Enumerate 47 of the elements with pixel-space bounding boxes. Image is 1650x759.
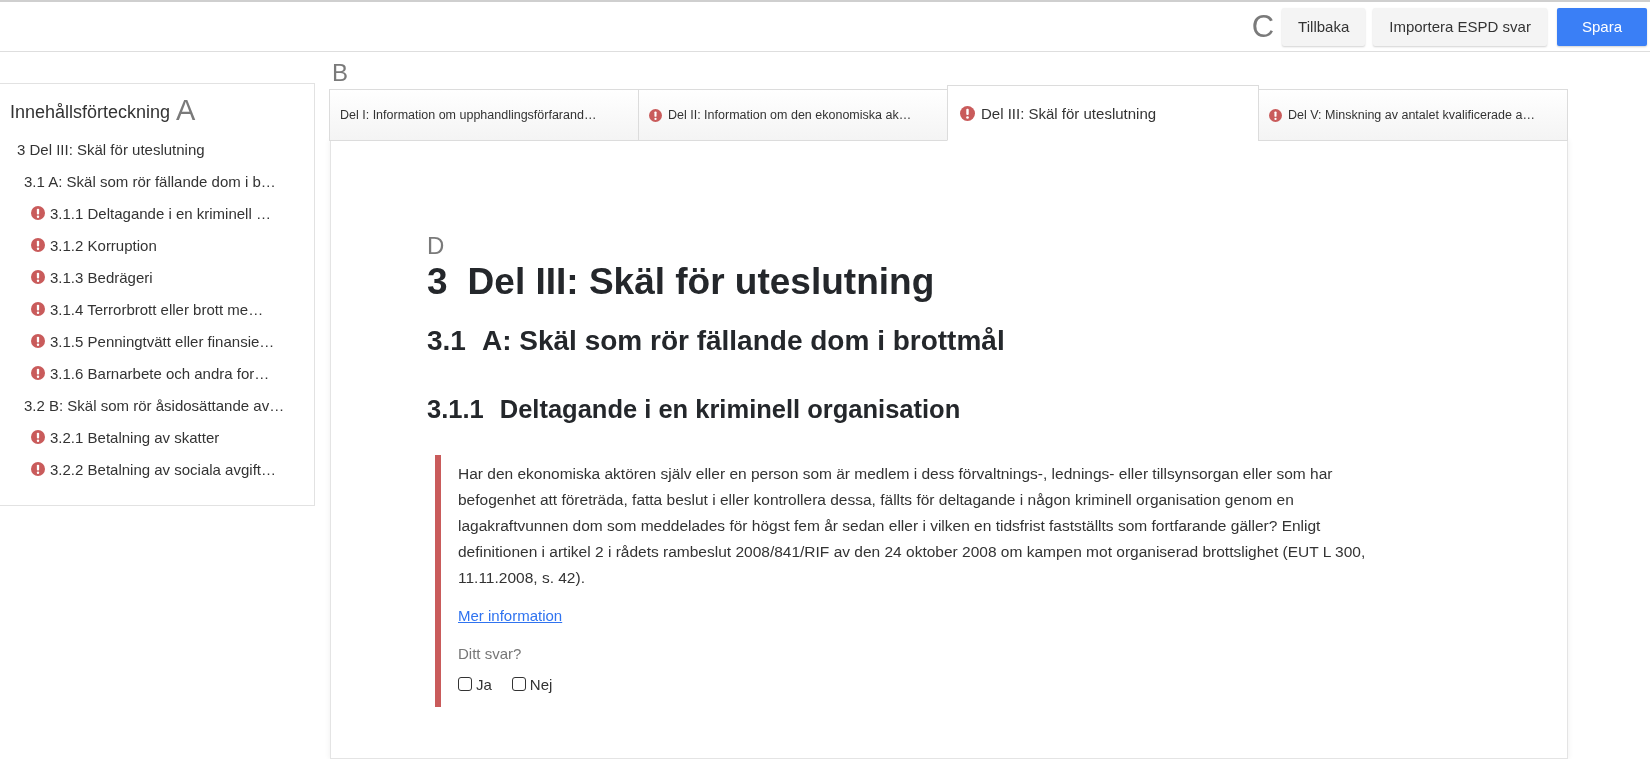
toolbar-button[interactable]: Importera ESPD svar: [1373, 7, 1547, 46]
toc-link[interactable]: 3 Del III: Skäl för uteslutning: [0, 133, 314, 165]
tab[interactable]: Del V: Minskning av antalet kvalificerade a…: [1258, 89, 1568, 141]
heading-number: 3.1: [427, 324, 466, 358]
checkbox-label: Nej: [529, 675, 553, 693]
tab[interactable]: Del I: Information om upphandlingsförfarand…: [329, 89, 639, 141]
toc-link[interactable]: 3.2 B: Skäl som rör åsidosättande av…: [0, 389, 314, 421]
toc-link[interactable]: 3.1 A: Skäl som rör fällande dom i b…: [0, 165, 314, 197]
warning-icon: [31, 270, 45, 284]
warning-icon: [31, 238, 45, 252]
toc-link[interactable]: 3.1.1 Deltagande i en kriminell …: [0, 197, 314, 229]
page-heading: Del III: Skäl för uteslutning: [467, 260, 935, 304]
annotation-letter: B: [332, 61, 348, 85]
toc-link[interactable]: 3.1.4 Terrorbrott eller brott me…: [0, 293, 314, 325]
tab[interactable]: Del II: Information om den ekonomiska ak…: [638, 89, 948, 141]
warning-icon: [960, 105, 975, 121]
toc-link[interactable]: 3.1.6 Barnarbete och andra for…: [0, 357, 314, 389]
more-info-link[interactable]: Mer information: [458, 606, 563, 624]
annotation-letter: A: [176, 96, 196, 125]
toc-title: Innehållsförteckning: [10, 101, 171, 124]
warning-icon: [31, 366, 45, 380]
toc-link[interactable]: 3.2.1 Betalning av skatter: [0, 421, 314, 453]
section-heading: A: Skäl som rör fällande dom i brottmål: [481, 324, 1005, 358]
toc-link[interactable]: 3.1.2 Korruption: [0, 229, 314, 261]
question-text: Har den ekonomiska aktören själv eller en person som är medlem i dess förvaltnings-, lednings- eller tillsynsorgan eller som har befogenhet att företräda, fatta beslut i eller kontrollera dessa, fällts för deltagande i någon kriminell organisation genom en lagakraftvunnen dom som meddelades för högst fem år sedan eller i vilken en tidsfrist fastställts som fortfarande gäller? Enligt definitionen i artikel 2 i rådets rambeslut 2008/841/RIF av den 24 oktober 2008 om kampen mot organiserad brottslighet (EUT L 300, 11.11.2008, s. 42).: [458, 463, 1367, 588]
toc-link[interactable]: 3.1.3 Bedrägeri: [0, 261, 314, 293]
annotation-letter: C: [1251, 11, 1275, 42]
save-button[interactable]: Spara: [1556, 7, 1647, 46]
heading-number: 3: [427, 260, 448, 304]
warning-icon: [31, 206, 45, 220]
tab[interactable]: Del III: Skäl för uteslutning: [947, 85, 1259, 141]
toc-link[interactable]: 3.1.5 Penningtvätt eller finansie…: [0, 325, 314, 357]
toc-link[interactable]: 3.2.2 Betalning av sociala avgift…: [0, 453, 314, 485]
subsection-heading: Deltagande i en kriminell organisation: [499, 394, 961, 425]
answer-label: Ditt svar?: [458, 644, 523, 662]
toolbar-button[interactable]: Tillbaka: [1282, 7, 1366, 46]
checkbox[interactable]: [458, 677, 472, 692]
annotation-letter: D: [427, 232, 445, 259]
checkbox-label: Ja: [476, 675, 492, 693]
warning-icon: [31, 302, 45, 316]
checkbox[interactable]: [511, 677, 526, 692]
warning-icon: [1269, 108, 1282, 122]
heading-number: 3.1.1: [427, 394, 484, 425]
warning-icon: [31, 462, 45, 476]
warning-icon: [649, 108, 662, 122]
warning-icon: [31, 334, 45, 348]
warning-icon: [31, 430, 45, 444]
